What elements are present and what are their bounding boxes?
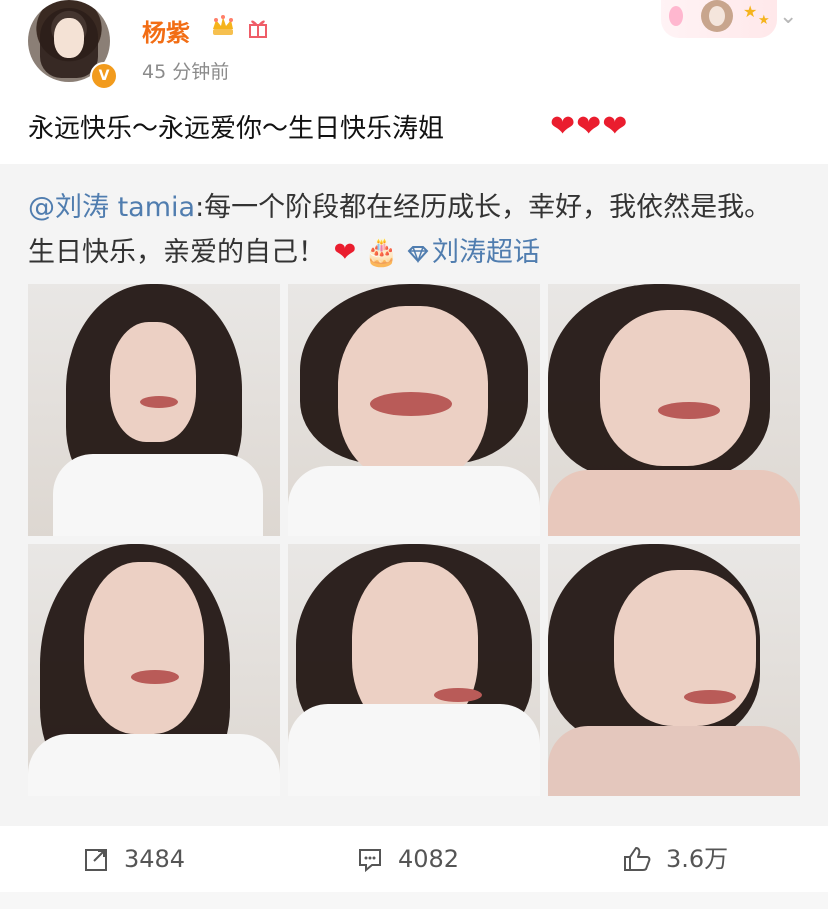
repost-button[interactable]: 3484 [82, 845, 185, 873]
author-name[interactable]: 杨紫 [142, 13, 190, 48]
repost-heart: ❤ [333, 237, 357, 268]
like-count: 3.6万 [666, 845, 729, 873]
super-topic-link[interactable]: 刘涛超话 [432, 237, 540, 268]
photo-thumbnail-5[interactable] [288, 544, 540, 796]
avatar-face-shape [54, 18, 84, 58]
bottom-separator [0, 892, 828, 909]
diamond-icon [407, 246, 429, 263]
chevron-down-icon[interactable]: ⌄ [779, 6, 797, 28]
star-icon: ★ [743, 2, 758, 21]
mention-link[interactable]: @刘涛 tamia [28, 192, 195, 223]
verified-badge-icon: V [90, 62, 118, 90]
decorative-card-header: ★ ★ [661, 0, 777, 38]
comment-count: 4082 [398, 845, 460, 873]
photo-thumbnail-3[interactable] [548, 284, 800, 536]
like-button[interactable]: 3.6万 [622, 845, 728, 873]
repost-count: 3484 [124, 845, 186, 873]
post-header: V 杨紫 45 分钟前 ★ ★ ⌄ [0, 0, 828, 96]
photo-thumbnail-4[interactable] [28, 544, 280, 796]
decorative-portrait-face [709, 6, 725, 26]
star-icon: ★ [758, 13, 770, 28]
cake-icon: 🎂 [364, 237, 399, 268]
gift-icon [249, 20, 267, 38]
photo-thumbnail-2[interactable] [288, 284, 540, 536]
post-time: 45 分钟前 [142, 61, 230, 83]
post-text: 永远快乐～永远爱你～生日快乐涛姐 [28, 114, 445, 144]
like-icon [624, 847, 651, 871]
post-hearts: ❤❤❤ [550, 109, 629, 144]
comment-button[interactable]: 4082 [356, 845, 459, 873]
photo-thumbnail-6[interactable] [548, 544, 800, 796]
balloon-decoration [669, 6, 683, 26]
share-icon [85, 849, 107, 871]
photo-grid [28, 284, 800, 796]
photo-thumbnail-1[interactable] [28, 284, 280, 536]
repost-text: @刘涛 tamia:每一个阶段都在经历成长，幸好，我依然是我。生日快乐，亲爱的自… [28, 185, 798, 275]
comment-icon [359, 849, 381, 873]
crown-icon [213, 15, 233, 35]
